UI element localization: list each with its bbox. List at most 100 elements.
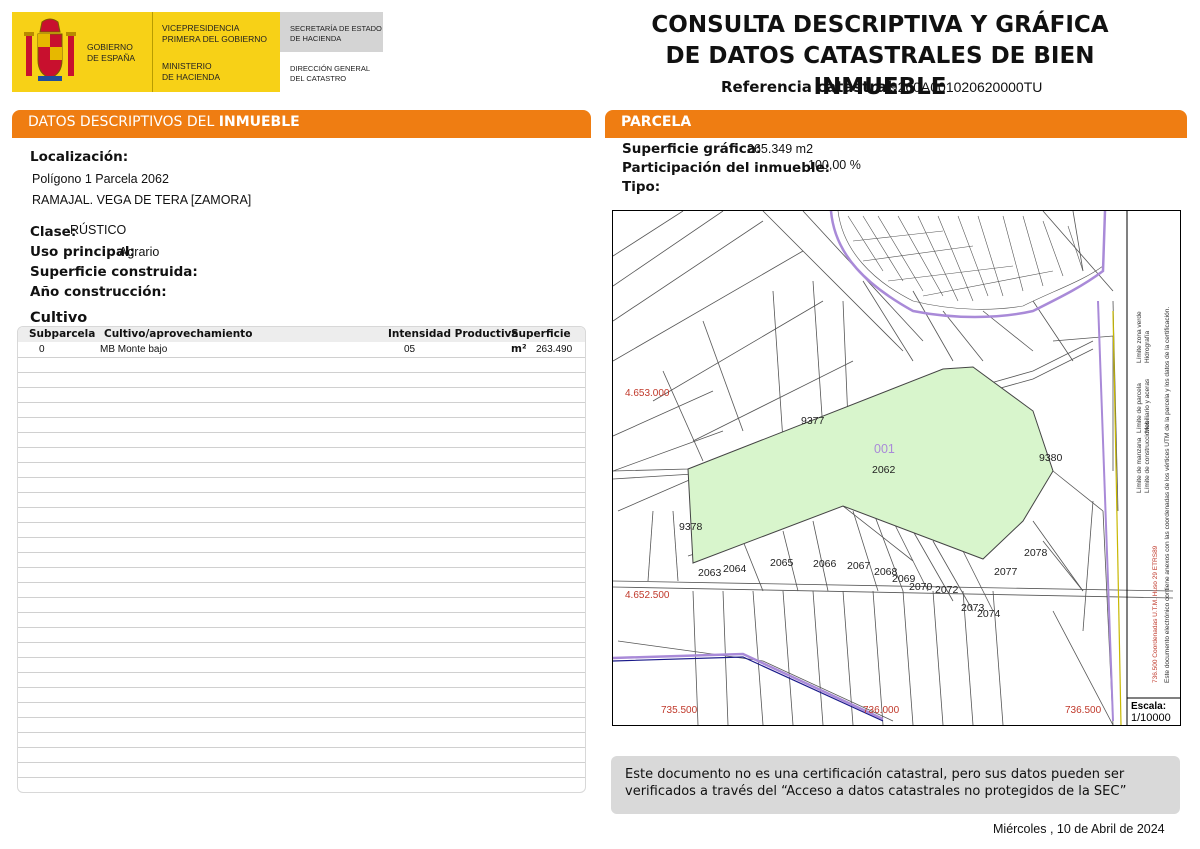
table-grid-line (18, 462, 585, 463)
anio-construccion-label: Año construcción: (30, 284, 167, 300)
table-grid-line (18, 372, 585, 373)
table-grid-line (18, 597, 585, 598)
footer-date: Miércoles , 10 de Abril de 2024 (993, 822, 1165, 836)
river-line (613, 656, 884, 722)
table-grid-line (18, 582, 585, 583)
cell-superficie: 263.490 (536, 344, 573, 355)
label-2070: 2070 (909, 581, 933, 593)
table-grid-line (18, 627, 585, 628)
coord-x1: 735.500 (661, 705, 698, 716)
left-section-header: DATOS DESCRIPTIVOS DEL INMUEBLE (12, 110, 591, 138)
disclaimer-note: Este documento no es una certificación c… (611, 756, 1180, 814)
participacion-value: 100,00 % (808, 158, 861, 172)
table-grid-line (18, 492, 585, 493)
col-cultivo: Cultivo/aprovechamiento (104, 328, 253, 340)
east-boundary (1097, 300, 1114, 722)
table-grid-line (18, 507, 585, 508)
cell-intensidad: 05 (404, 344, 416, 355)
table-grid-line (18, 777, 585, 778)
logo-gov-line1: GOBIERNO (87, 42, 133, 52)
superficie-construida-label: Superficie construida: (30, 264, 198, 280)
coord-x2: 736.000 (863, 705, 900, 716)
left-section-bar: DATOS DESCRIPTIVOS DEL INMUEBLE (12, 110, 591, 134)
coat-of-arms-icon (24, 18, 76, 81)
title-line-1: CONSULTA DESCRIPTIVA Y GRÁFICA (651, 12, 1109, 38)
table-grid-line (18, 642, 585, 643)
utm-note: 736.500 Coordenadas U.T.M. Huso 29 ETRS8… (1152, 545, 1159, 683)
col-subparcela: Subparcela (29, 328, 96, 340)
logo-vp-line2: PRIMERA DEL GOBIERNO (162, 34, 268, 44)
table-grid-line (18, 747, 585, 748)
table-grid-line (18, 387, 585, 388)
table-grid-line (18, 687, 585, 688)
label-2074: 2074 (977, 608, 1001, 620)
label-9378: 9378 (679, 521, 703, 533)
table-grid-line (18, 567, 585, 568)
table-grid-line (18, 552, 585, 553)
parcel-2062-shape[interactable] (687, 366, 1054, 564)
left-bar-prefix: DATOS DESCRIPTIVOS DEL (28, 114, 219, 130)
logo-grey-block: SECRETARÍA DE ESTADO DE HACIENDA DIRECCI… (280, 12, 383, 92)
logo-dg-line1: DIRECCIÓN GENERAL (290, 64, 371, 73)
coord-y1: 4.653.000 (625, 388, 670, 399)
table-grid-line (18, 612, 585, 613)
table-grid-line (18, 402, 585, 403)
label-2067: 2067 (847, 560, 871, 572)
parcel-number-label: 2062 (872, 464, 896, 476)
legend-item-2: Límite de parcela (1136, 383, 1143, 433)
label-2078: 2078 (1024, 547, 1048, 559)
label-2066: 2066 (813, 558, 837, 570)
localizacion-line2: RAMAJAL. VEGA DE TERA [ZAMORA] (32, 193, 252, 207)
table-grid-line (18, 477, 585, 478)
right-section-bar: PARCELA (605, 110, 1187, 134)
coord-y2: 4.652.500 (625, 590, 670, 601)
left-bar-bold: INMUEBLE (218, 114, 300, 130)
east-road (1112, 310, 1122, 725)
legend-item-6: Hidrografía (1144, 330, 1151, 363)
table-grid-line (18, 537, 585, 538)
right-section-header: PARCELA (605, 110, 1187, 138)
logo-yellow-block: GOBIERNO DE ESPAÑA VICEPRESIDENCIA PRIME… (12, 12, 280, 92)
lower-boundary-outline (613, 652, 884, 721)
logo-gov-line2: DE ESPAÑA (87, 53, 136, 63)
cell-cultivo: MB Monte bajo (100, 344, 168, 355)
ref-label: Referencia catastral: (721, 78, 899, 96)
label-2063: 2063 (698, 567, 722, 579)
label-2072: 2072 (935, 584, 959, 596)
legend-item-1: Límite de manzana (1136, 437, 1143, 493)
logo-dg-line2: DEL CATASTRO (290, 74, 347, 83)
map-canvas: 9377 9380 9378 2063 2064 2065 2066 2067 … (613, 211, 1180, 725)
col-intensidad: Intensidad Productiva (388, 328, 519, 340)
logo-min-line2: DE HACIENDA (162, 72, 221, 82)
cultivo-label: Cultivo (30, 310, 88, 326)
cadastral-map[interactable]: 9377 9380 9378 2063 2064 2065 2066 2067 … (612, 210, 1181, 726)
scale-label: Escala: (1131, 701, 1166, 712)
table-grid-line (18, 762, 585, 763)
table-grid-line (18, 432, 585, 433)
superficie-grafica-value: 265.349 m2 (747, 142, 814, 156)
map-side-legend: Este documento electrónico contiene anex… (1136, 307, 1171, 683)
table-grid-line (18, 447, 585, 448)
table-grid-line (18, 732, 585, 733)
label-9377: 9377 (801, 415, 825, 427)
logo-vp-line1: VICEPRESIDENCIA (162, 23, 240, 33)
tipo-label: Tipo: (622, 179, 661, 195)
government-logo: GOBIERNO DE ESPAÑA VICEPRESIDENCIA PRIME… (12, 12, 383, 92)
side-legend-text: Este documento electrónico contiene anex… (1164, 307, 1171, 683)
table-grid-line (18, 672, 585, 673)
coord-x3: 736.500 (1065, 705, 1102, 716)
logo-min-line1: MINISTERIO (162, 61, 212, 71)
table-grid-line (18, 417, 585, 418)
logo-separator (152, 12, 153, 92)
legend-item-4: Mobiliario y aceras (1144, 378, 1151, 433)
localizacion-line1: Polígono 1 Parcela 2062 (32, 172, 169, 186)
legend-item-5: Límite zona verde (1136, 311, 1143, 363)
table-grid-line (18, 792, 585, 793)
table-grid-line (18, 357, 585, 358)
table-grid-line (18, 657, 585, 658)
label-9380: 9380 (1039, 452, 1063, 464)
scale-value: 1/10000 (1131, 712, 1171, 724)
table-grid-line (18, 522, 585, 523)
table-row: 0 MB Monte bajo 05 263.490 (18, 342, 585, 357)
ref-value: 49260A001020620000TU (882, 79, 1043, 95)
